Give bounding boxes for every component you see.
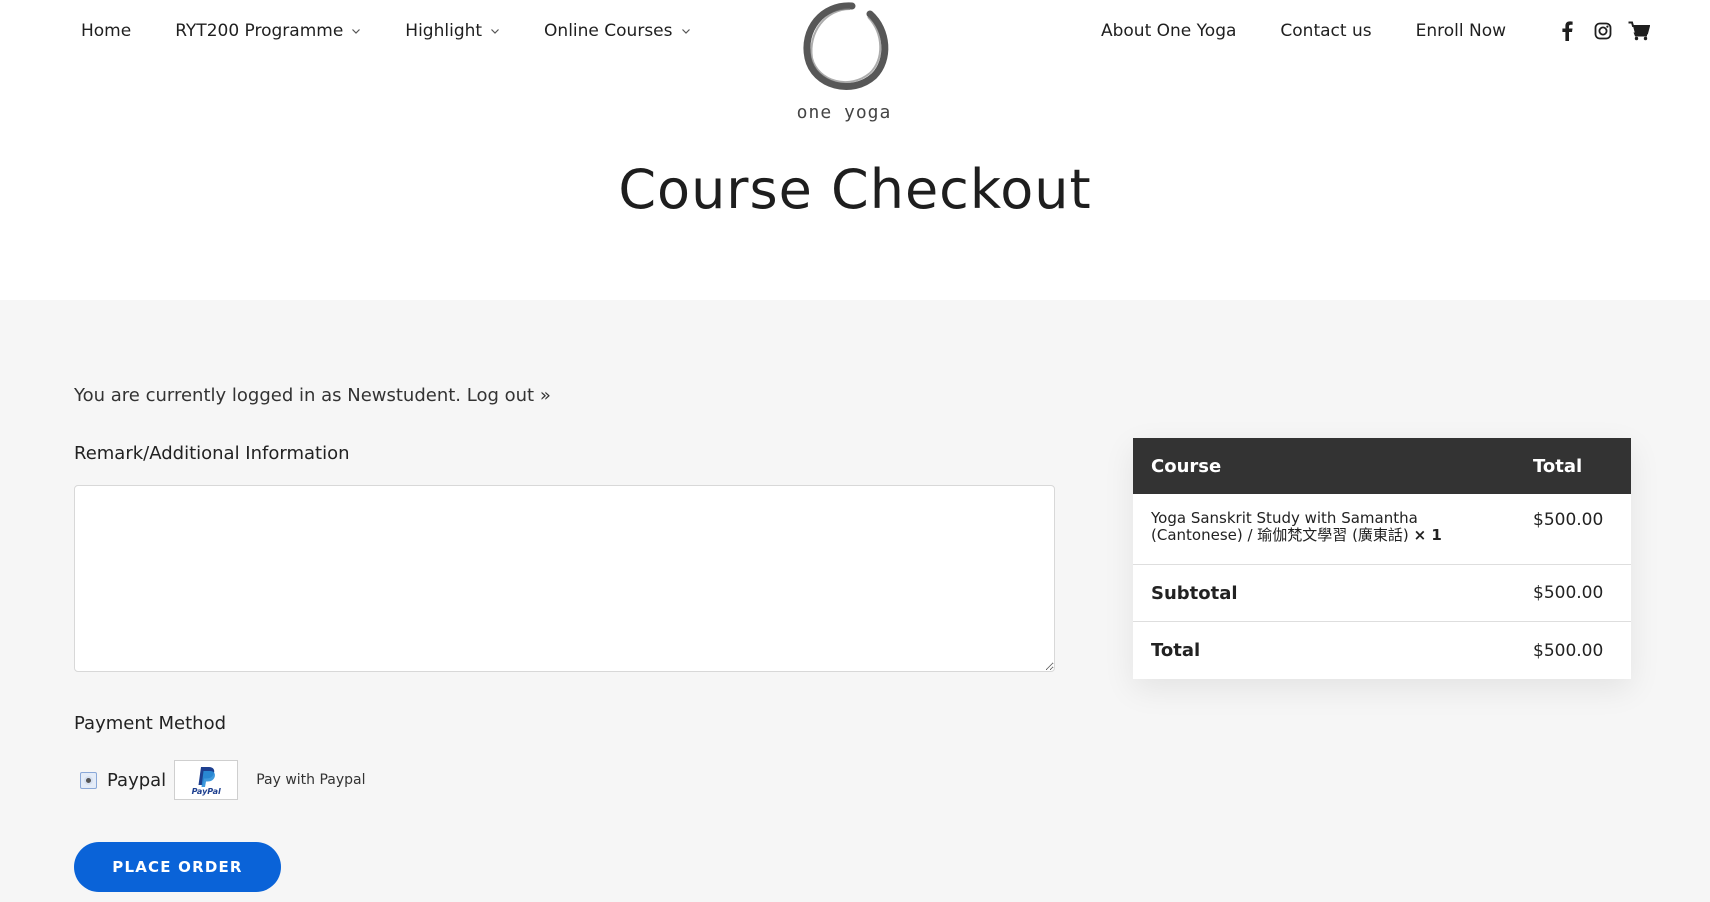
enso-circle-icon: [803, 2, 889, 90]
nav-item-about[interactable]: About One Yoga: [1101, 20, 1236, 42]
checkout-page: Home RYT200 Programme Highlight Online C…: [0, 0, 1710, 902]
nav-label: About One Yoga: [1100, 21, 1237, 41]
logout-link[interactable]: Log out »: [467, 385, 551, 406]
chevron-down-icon: [490, 26, 500, 36]
total-label: Total: [1151, 640, 1201, 661]
subtotal-row: Subtotal $500.00: [1133, 565, 1631, 622]
site-header: Home RYT200 Programme Highlight Online C…: [0, 0, 1710, 300]
paypal-radio[interactable]: [80, 771, 97, 789]
page-title: Course Checkout: [618, 158, 1092, 221]
order-item-name-line1: Yoga Sanskrit Study with Samantha: [1151, 509, 1418, 527]
payment-method-label: Payment Method: [74, 713, 227, 734]
order-item-name-line2: (Cantonese) / 瑜伽梵文學習 (廣東話) × 1: [1151, 527, 1531, 544]
nav-left: Home RYT200 Programme Highlight Online C…: [81, 20, 735, 42]
radio-dot: [84, 775, 93, 785]
place-order-button[interactable]: PLACE ORDER: [74, 842, 281, 892]
nav-label: Contact us: [1280, 21, 1372, 41]
header-total: Total: [1533, 455, 1583, 477]
paypal-logo: PayPal: [174, 760, 239, 800]
nav-item-home[interactable]: Home: [81, 20, 131, 42]
nav-label: RYT200 Programme: [175, 21, 344, 41]
nav-label: Online Courses: [544, 21, 673, 41]
logo-text: one yoga: [796, 102, 892, 123]
nav-item-online-courses[interactable]: Online Courses: [544, 20, 690, 42]
order-summary-table: Course Total Yoga Sanskrit Study with Sa…: [1133, 438, 1631, 679]
nav-label: Home: [81, 21, 132, 41]
instagram-icon[interactable]: [1592, 20, 1614, 42]
nav-item-highlight[interactable]: Highlight: [405, 20, 500, 42]
nav-label: Highlight: [405, 21, 483, 41]
payment-description: Pay with Paypal: [256, 772, 366, 788]
nav-right: About One Yoga Contact us Enroll Now: [1057, 20, 1650, 42]
order-table-header: Course Total: [1133, 438, 1631, 494]
paypal-icon: [198, 766, 216, 787]
nav-item-enroll[interactable]: Enroll Now: [1416, 20, 1506, 42]
payment-option-paypal[interactable]: Paypal PayPal Pay with Paypal: [80, 760, 366, 800]
paypal-logo-text: PayPal: [191, 786, 221, 796]
remark-textarea[interactable]: [74, 485, 1055, 672]
nav-item-contact[interactable]: Contact us: [1280, 20, 1371, 42]
order-item-name-line2-text: (Cantonese) / 瑜伽梵文學習 (廣東話): [1151, 526, 1409, 544]
checkout-section: You are currently logged in as Newstuden…: [0, 300, 1710, 902]
order-item-qty: × 1: [1413, 526, 1442, 544]
nav-item-ryt200[interactable]: RYT200 Programme: [175, 20, 361, 42]
total-value: $500.00: [1533, 640, 1604, 661]
chevron-down-icon: [351, 26, 361, 36]
cart-icon[interactable]: [1628, 20, 1650, 42]
subtotal-value: $500.00: [1533, 583, 1604, 603]
nav-label: Enroll Now: [1415, 21, 1506, 41]
order-item-name: Yoga Sanskrit Study with Samantha (Canto…: [1133, 510, 1531, 564]
login-status-text: You are currently logged in as Newstuden…: [74, 385, 462, 406]
total-row: Total $500.00: [1133, 622, 1631, 679]
one-yoga-logo[interactable]: one yoga: [792, 0, 896, 128]
facebook-icon[interactable]: [1556, 20, 1578, 42]
social-icons: [1542, 20, 1650, 42]
header-course: Course: [1151, 455, 1222, 477]
table-row: Yoga Sanskrit Study with Samantha (Canto…: [1133, 494, 1631, 565]
remark-label: Remark/Additional Information: [74, 443, 350, 464]
chevron-down-icon: [681, 26, 691, 36]
payment-option-label: Paypal: [107, 769, 167, 791]
subtotal-label: Subtotal: [1151, 582, 1238, 604]
order-item-price: $500.00: [1533, 510, 1604, 530]
login-status: You are currently logged in as Newstuden…: [74, 384, 551, 408]
